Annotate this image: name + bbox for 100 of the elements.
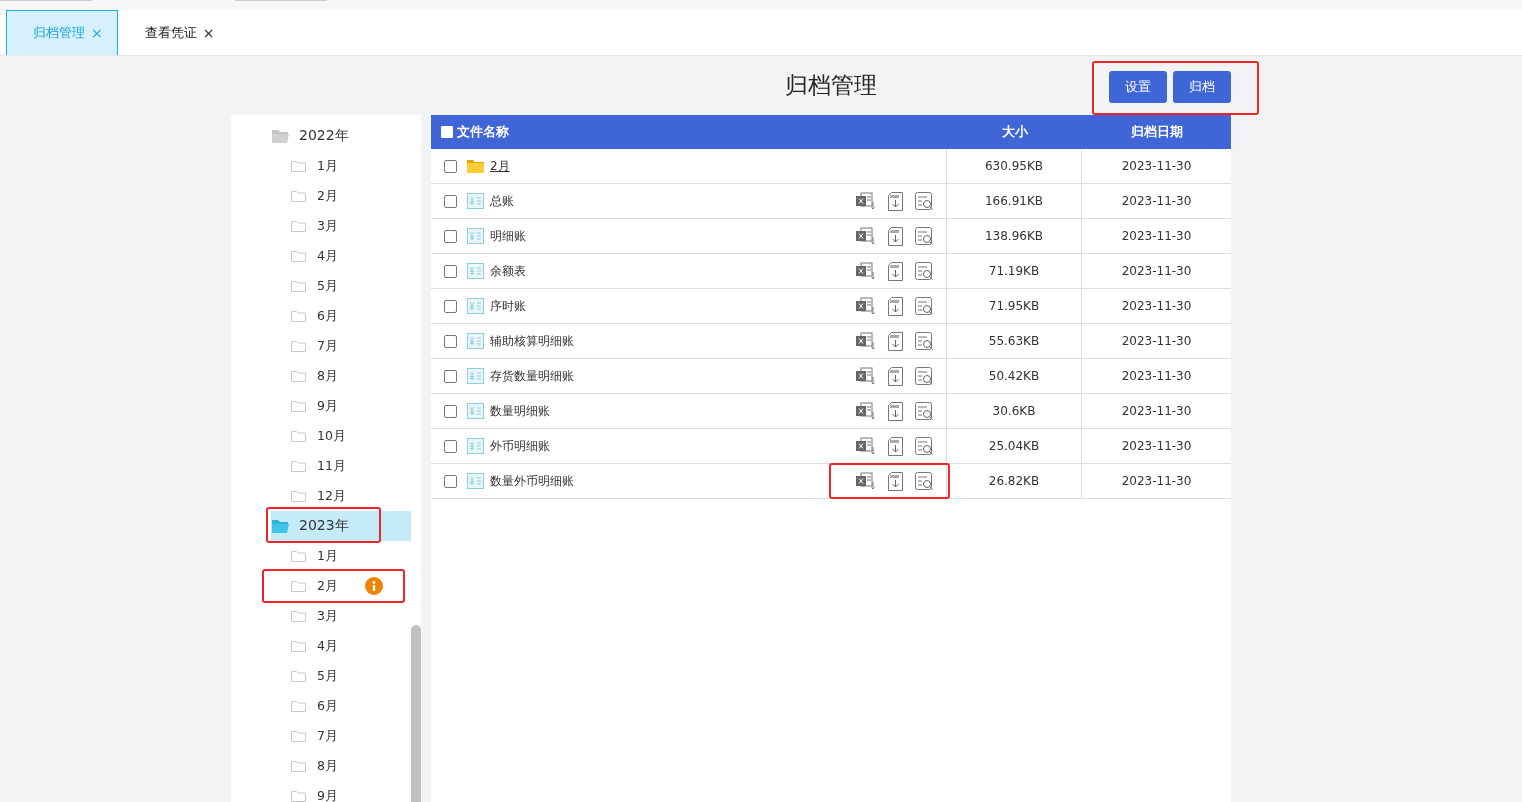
tree-item[interactable]: 6月: [291, 691, 411, 721]
tree-item[interactable]: 12月: [291, 481, 411, 511]
row-checkbox[interactable]: [444, 369, 457, 383]
tree-item[interactable]: 1月: [291, 151, 411, 181]
month-label: 2月: [317, 577, 338, 595]
date-cell-text: 2023-11-30: [1120, 368, 1193, 385]
file-name: 辅助核算明细账: [490, 332, 574, 350]
pdf-download-icon[interactable]: [887, 296, 904, 316]
month-label: 6月: [317, 697, 338, 715]
folder-icon: [291, 370, 306, 382]
folder-icon: [291, 760, 306, 772]
pdf-download-icon[interactable]: [887, 331, 904, 351]
preview-icon[interactable]: [915, 226, 935, 246]
tree-item[interactable]: 2023年: [271, 511, 411, 541]
select-all-checkbox[interactable]: [441, 126, 453, 138]
row-checkbox[interactable]: [444, 194, 457, 208]
preview-icon[interactable]: [915, 366, 935, 386]
tree-item[interactable]: 7月: [291, 331, 411, 361]
excel-export-icon[interactable]: [856, 366, 876, 386]
file-name: 存货数量明细账: [490, 367, 574, 385]
month-label: 6月: [317, 307, 338, 325]
excel-export-icon[interactable]: [856, 331, 876, 351]
folder-link[interactable]: 2月: [490, 157, 510, 175]
excel-export-icon[interactable]: [856, 471, 876, 491]
preview-icon[interactable]: [915, 331, 935, 351]
tree-item[interactable]: 9月: [291, 391, 411, 421]
tree-item[interactable]: 2022年: [271, 121, 411, 151]
pdf-download-icon[interactable]: [887, 226, 904, 246]
excel-export-icon[interactable]: [856, 436, 876, 456]
folder-icon: [291, 160, 306, 172]
tree-item[interactable]: 3月: [291, 601, 411, 631]
row-checkbox[interactable]: [444, 439, 457, 453]
tree-item[interactable]: 4月: [291, 241, 411, 271]
excel-export-icon[interactable]: [856, 296, 876, 316]
row-checkbox[interactable]: [444, 404, 457, 418]
pdf-download-icon[interactable]: [887, 366, 904, 386]
archive-button[interactable]: 归档: [1173, 70, 1231, 103]
tree-item[interactable]: 2月: [291, 571, 403, 601]
size-cell: 50.42KB: [947, 359, 1082, 393]
row-checkbox[interactable]: [444, 264, 457, 278]
month-label: 12月: [317, 487, 346, 505]
date-cell-text: 2023-11-30: [1120, 333, 1193, 350]
close-icon[interactable]: ×: [202, 25, 215, 41]
pdf-download-icon[interactable]: [887, 401, 904, 421]
tree-item[interactable]: 11月: [291, 451, 411, 481]
pdf-download-icon[interactable]: [887, 191, 904, 211]
row-checkbox[interactable]: [444, 229, 457, 243]
tree-item[interactable]: 3月: [291, 211, 411, 241]
row-checkbox[interactable]: [444, 159, 457, 173]
excel-export-icon[interactable]: [856, 226, 876, 246]
file-name: 明细账: [490, 227, 526, 245]
preview-icon[interactable]: [915, 436, 935, 456]
excel-export-icon[interactable]: [856, 191, 876, 211]
settings-button[interactable]: 设置: [1109, 70, 1167, 103]
folder-icon: [291, 430, 306, 442]
tab[interactable]: 查看凭证 ×: [117, 10, 230, 55]
preview-icon[interactable]: [915, 401, 935, 421]
file-name: 数量外币明细账: [490, 472, 574, 490]
year-label: 2023年: [299, 517, 349, 535]
tree-item[interactable]: 9月: [291, 781, 411, 802]
tree-item[interactable]: 4月: [291, 631, 411, 661]
excel-export-icon[interactable]: [856, 261, 876, 281]
file-name: 总账: [490, 192, 514, 210]
preview-icon[interactable]: [915, 296, 935, 316]
scrollbar[interactable]: [411, 625, 421, 802]
pdf-download-icon[interactable]: [887, 471, 904, 491]
tree-item[interactable]: 8月: [291, 361, 411, 391]
month-label: 7月: [317, 337, 338, 355]
month-label: 4月: [317, 637, 338, 655]
excel-export-icon[interactable]: [856, 401, 876, 421]
pdf-download-icon[interactable]: [887, 436, 904, 456]
ledger-icon: [467, 263, 484, 279]
size-cell: 26.82KB: [947, 464, 1082, 498]
tree-item[interactable]: 7月: [291, 721, 411, 751]
tree-item[interactable]: 2月: [291, 181, 411, 211]
tree-item[interactable]: 5月: [291, 661, 411, 691]
row-checkbox[interactable]: [444, 334, 457, 348]
preview-icon[interactable]: [915, 471, 935, 491]
file-name: 数量明细账: [490, 402, 550, 420]
month-label: 7月: [317, 727, 338, 745]
tree-item[interactable]: 8月: [291, 751, 411, 781]
date-cell-text: 2023-11-30: [1120, 263, 1193, 280]
folder-icon: [291, 460, 306, 472]
ledger-icon: [467, 368, 484, 384]
date-cell-text: 2023-11-30: [1120, 228, 1193, 245]
file-name: 外币明细账: [490, 437, 550, 455]
pdf-download-icon[interactable]: [887, 261, 904, 281]
tree-item[interactable]: 1月: [291, 541, 411, 571]
folder-icon: [291, 250, 306, 262]
tree-item[interactable]: 6月: [291, 301, 411, 331]
ledger-icon: [467, 403, 484, 419]
row-checkbox[interactable]: [444, 474, 457, 488]
tree-item[interactable]: 10月: [291, 421, 411, 451]
tree-item[interactable]: 5月: [291, 271, 411, 301]
preview-icon[interactable]: [915, 261, 935, 281]
row-checkbox[interactable]: [444, 299, 457, 313]
file-name: 序时账: [490, 297, 526, 315]
ledger-icon: [467, 298, 484, 314]
preview-icon[interactable]: [915, 191, 935, 211]
month-label: 9月: [317, 787, 338, 802]
